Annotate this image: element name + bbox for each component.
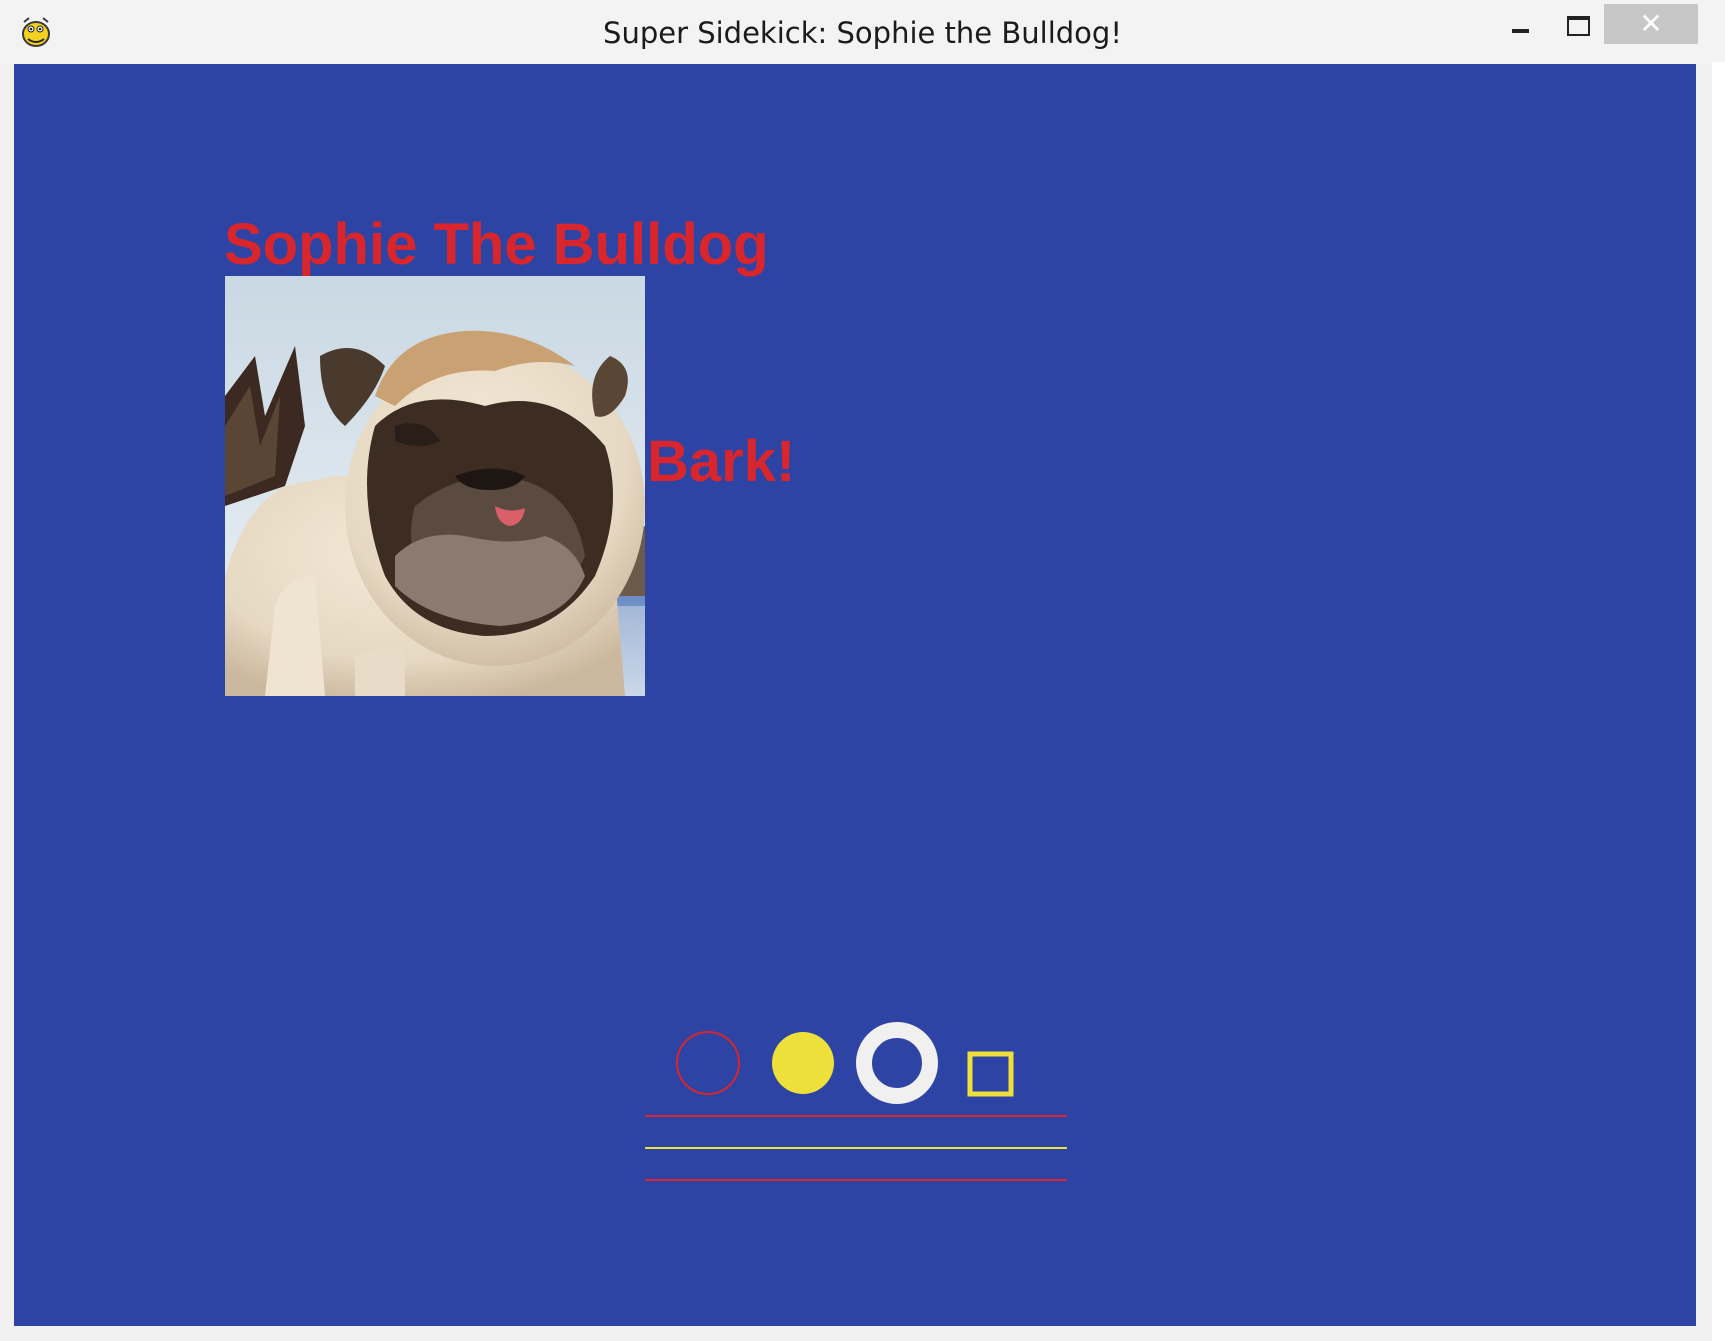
red-circle-outline bbox=[676, 1031, 740, 1095]
app-window: Super Sidekick: Sophie the Bulldog! ✕ So… bbox=[0, 0, 1725, 1341]
yellow-filled-circle bbox=[772, 1032, 834, 1094]
game-canvas[interactable]: Sophie The Bulldog Bark! bbox=[14, 64, 1696, 1326]
maximize-button[interactable] bbox=[1558, 8, 1598, 52]
background-window-edge bbox=[1712, 62, 1725, 1341]
close-icon: ✕ bbox=[1639, 7, 1663, 40]
close-button[interactable]: ✕ bbox=[1604, 4, 1698, 44]
title-bar[interactable]: Super Sidekick: Sophie the Bulldog! ✕ bbox=[0, 0, 1725, 64]
minimize-button[interactable] bbox=[1500, 8, 1540, 52]
white-ring bbox=[856, 1022, 938, 1104]
window-title: Super Sidekick: Sophie the Bulldog! bbox=[603, 16, 1122, 50]
shapes-layer bbox=[645, 1022, 1067, 1181]
yellow-square-outline bbox=[967, 1051, 1014, 1097]
